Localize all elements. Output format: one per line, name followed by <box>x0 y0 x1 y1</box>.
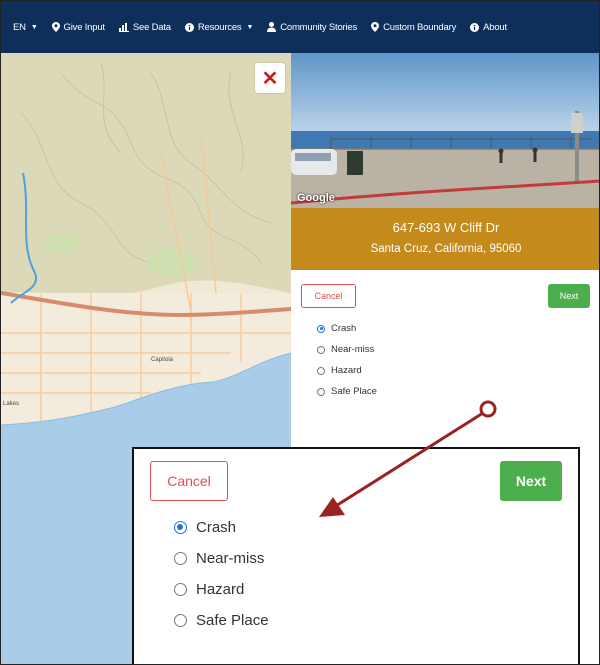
option-crash-label: Crash <box>196 519 237 536</box>
map-label-capitola: Capitola <box>151 357 174 363</box>
nav-language[interactable]: EN ▼ <box>13 22 38 33</box>
option-near-miss-zoomed[interactable]: Near-miss <box>174 550 264 567</box>
close-icon: ✕ <box>261 67 279 90</box>
option-hazard[interactable]: Hazard <box>317 365 362 376</box>
google-logo: Google <box>297 192 335 204</box>
street-view-photo: Google <box>291 53 599 208</box>
radio-icon[interactable] <box>317 366 325 375</box>
radio-selected-icon[interactable] <box>317 324 325 333</box>
nav-custom-boundary[interactable]: Custom Boundary <box>371 22 456 33</box>
cancel-button-zoomed[interactable]: Cancel <box>150 461 228 501</box>
option-safe-place-label: Safe Place <box>196 612 269 629</box>
nav-resources-label: Resources <box>197 21 242 33</box>
nav-custom-boundary-label: Custom Boundary <box>383 21 457 33</box>
option-crash[interactable]: Crash <box>317 323 356 334</box>
street-view-image <box>291 53 599 208</box>
top-navbar: EN ▼ Give Input See Data Resources ▼ Com… <box>1 1 599 53</box>
option-near-miss-label: Near-miss <box>196 550 265 567</box>
caret-down-icon: ▼ <box>246 23 254 31</box>
nav-about[interactable]: About <box>470 22 507 33</box>
option-hazard-label: Hazard <box>331 365 362 376</box>
nav-community-stories-label: Community Stories <box>280 21 358 33</box>
nav-resources[interactable]: Resources ▼ <box>184 21 254 33</box>
bar-chart-icon <box>118 22 129 32</box>
next-button[interactable]: Next <box>548 284 590 308</box>
option-hazard-label: Hazard <box>196 581 245 598</box>
zoomed-callout: Cancel Next Crash Near-miss Hazard Safe … <box>132 447 580 664</box>
radio-icon[interactable] <box>317 345 325 354</box>
map-pin-icon <box>51 22 60 32</box>
address-banner: 647-693 W Cliff Dr Santa Cruz, Californi… <box>291 208 599 270</box>
option-hazard-zoomed[interactable]: Hazard <box>174 581 244 598</box>
person-icon <box>267 22 277 32</box>
option-safe-place-zoomed[interactable]: Safe Place <box>174 612 269 629</box>
map-label-lakes: Lakes <box>3 401 20 407</box>
radio-selected-icon[interactable] <box>174 521 187 534</box>
radio-icon[interactable] <box>174 583 187 596</box>
option-safe-place-label: Safe Place <box>331 386 377 397</box>
nav-about-label: About <box>483 21 507 33</box>
cancel-button[interactable]: Cancel <box>301 284 356 308</box>
radio-icon[interactable] <box>317 387 325 396</box>
address-street: 647-693 W Cliff Dr <box>392 220 500 235</box>
nav-community-stories[interactable]: Community Stories <box>267 22 357 33</box>
nav-give-input[interactable]: Give Input <box>51 21 106 33</box>
option-near-miss[interactable]: Near-miss <box>317 344 374 355</box>
nav-see-data-label: See Data <box>132 21 171 33</box>
info-circle-icon <box>184 22 194 32</box>
nav-language-label: EN <box>13 21 26 33</box>
next-button-zoomed[interactable]: Next <box>500 461 562 501</box>
radio-icon[interactable] <box>174 614 187 627</box>
map-pin-icon <box>371 22 380 32</box>
option-safe-place[interactable]: Safe Place <box>317 386 377 397</box>
close-panel-button[interactable]: ✕ <box>255 63 285 93</box>
option-crash-zoomed[interactable]: Crash <box>174 519 236 536</box>
option-near-miss-label: Near-miss <box>331 344 375 355</box>
option-crash-label: Crash <box>331 323 357 334</box>
info-circle-icon <box>470 22 480 32</box>
caret-down-icon: ▼ <box>30 23 38 31</box>
screenshot-frame: EN ▼ Give Input See Data Resources ▼ Com… <box>0 0 600 665</box>
nav-give-input-label: Give Input <box>63 21 106 33</box>
address-city: Santa Cruz, California, 95060 <box>370 243 522 255</box>
nav-see-data[interactable]: See Data <box>118 21 171 33</box>
radio-icon[interactable] <box>174 552 187 565</box>
